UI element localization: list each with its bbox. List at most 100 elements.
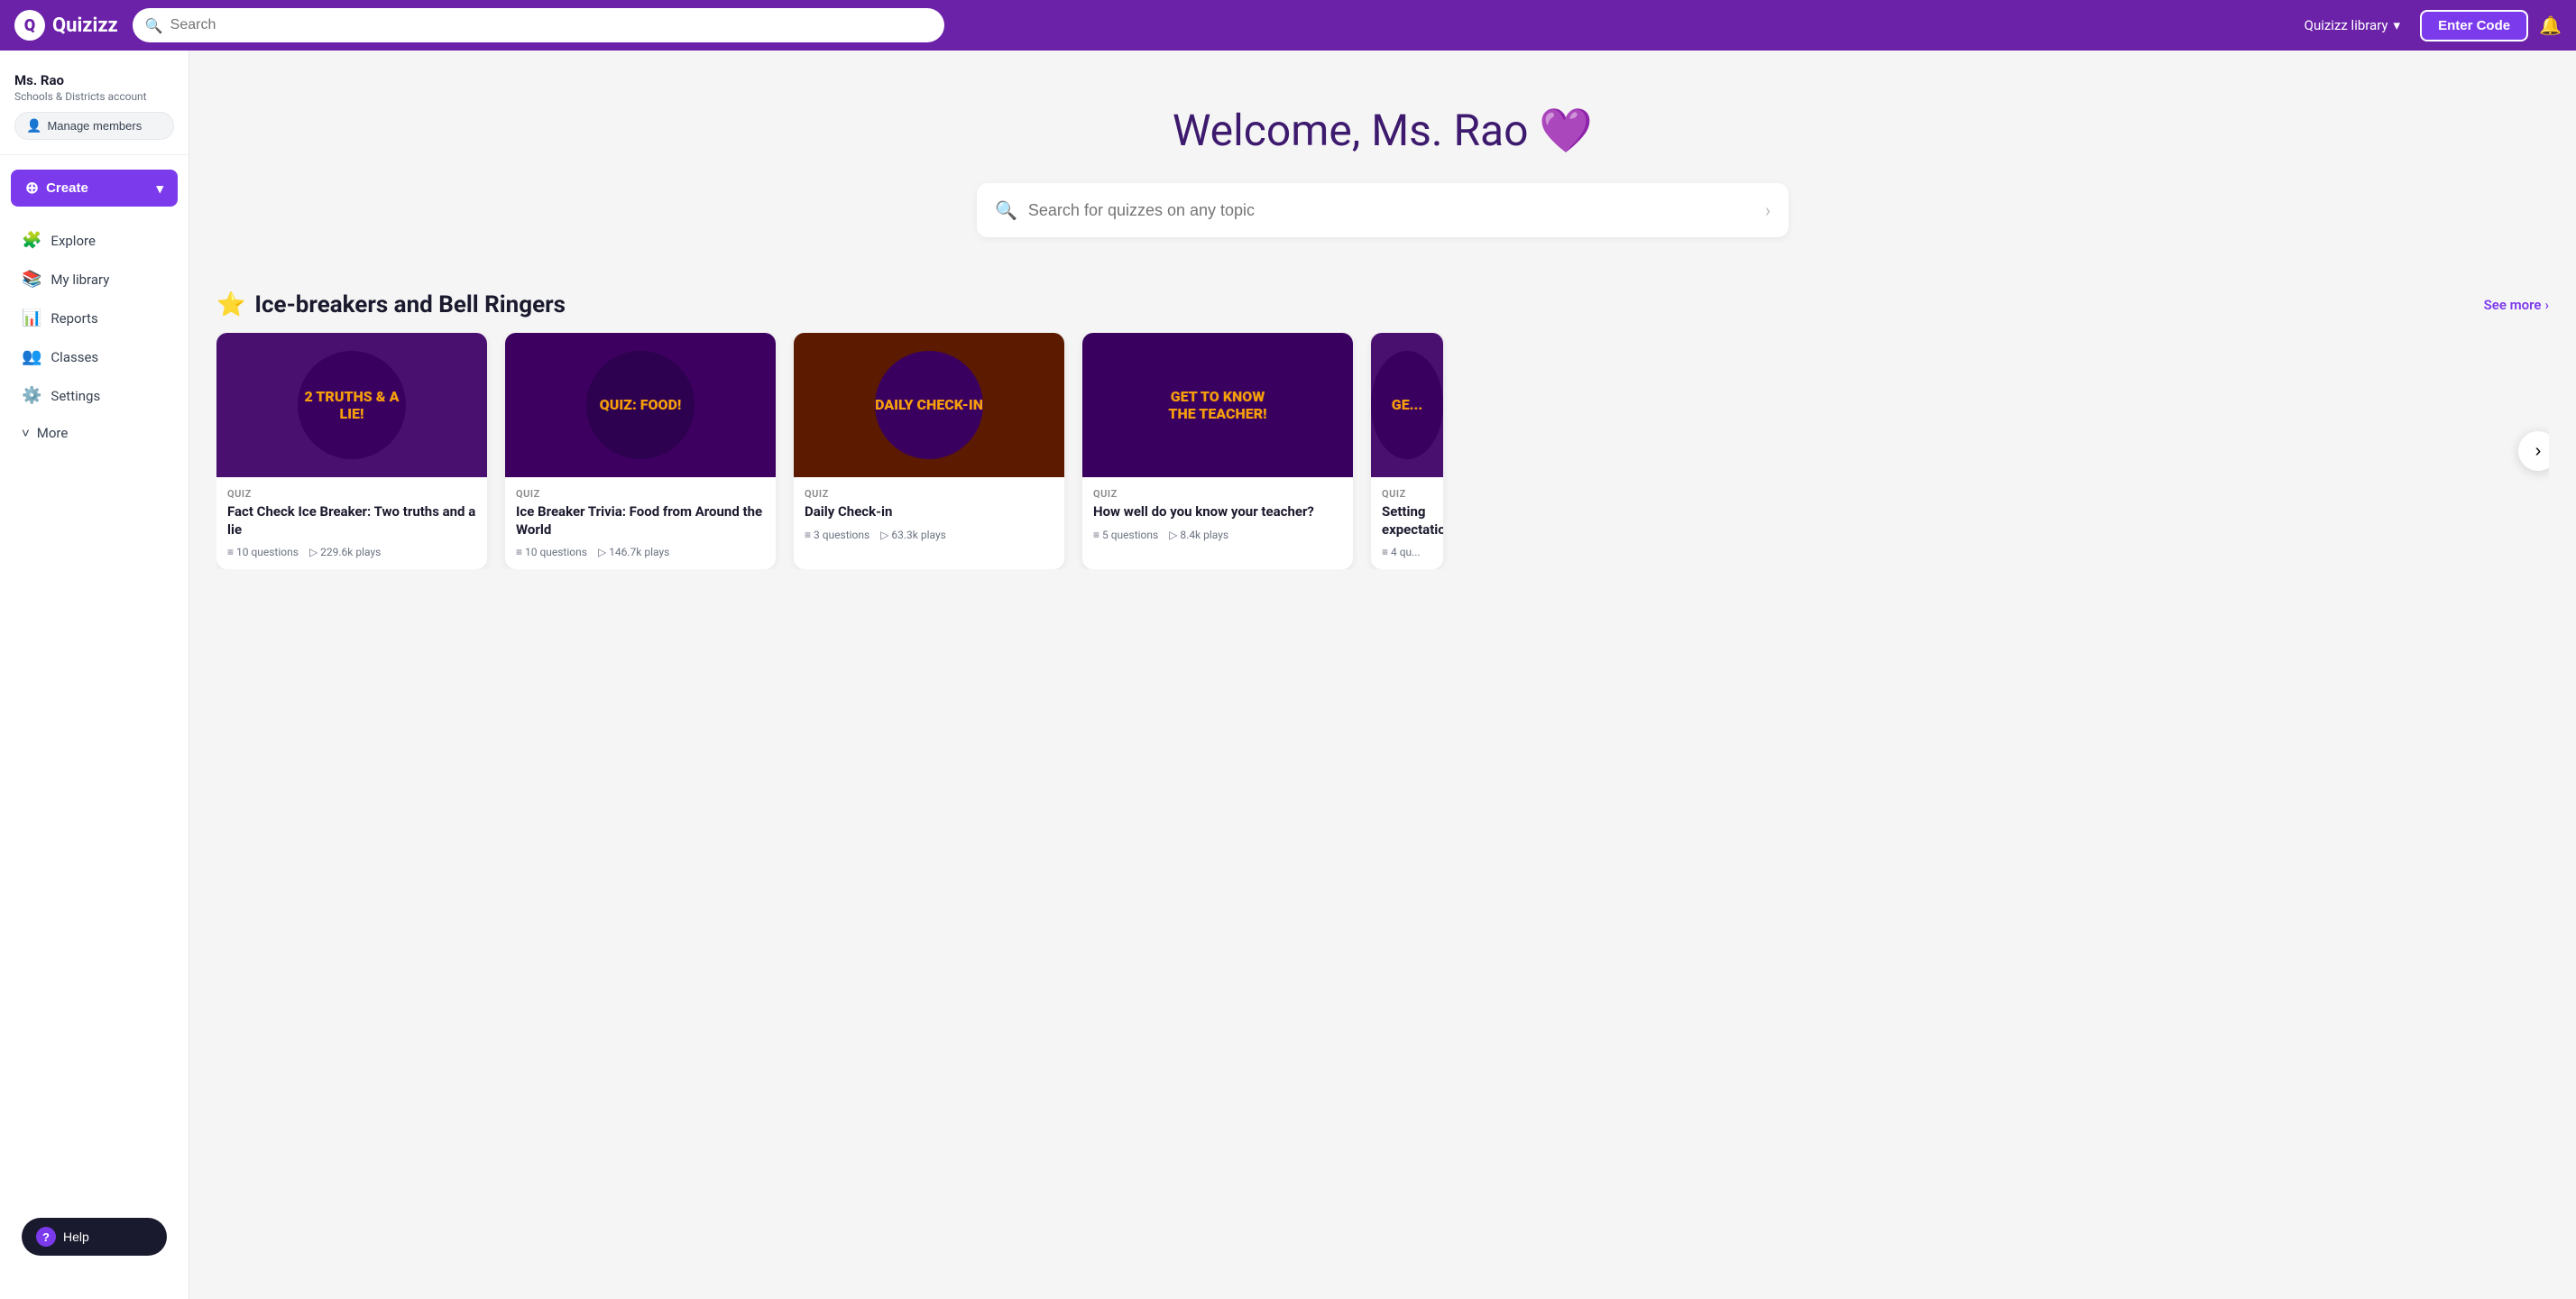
user-name: Ms. Rao [14, 72, 174, 88]
main-layout: Ms. Rao Schools & Districts account 👤 Ma… [0, 51, 2576, 1299]
sidebar-item-reports[interactable]: 📊 Reports [7, 299, 181, 336]
library-dropdown[interactable]: Quizizz library ▾ [2295, 12, 2409, 39]
my-library-icon: 📚 [22, 270, 41, 289]
card-type: QUIZ [227, 488, 476, 500]
enter-code-button[interactable]: Enter Code [2420, 10, 2528, 41]
card-image-text: Daily check-in [875, 396, 983, 413]
hero-title: Welcome, Ms. Rao 💜 [207, 105, 2558, 156]
card-body: QUIZ Fact Check Ice Breaker: Two truths … [216, 477, 487, 569]
card-image-circle: Ge... [1371, 351, 1443, 459]
card-type: QUIZ [805, 488, 1053, 500]
hero-section: Welcome, Ms. Rao 💜 🔍 › [189, 51, 2576, 273]
hero-search-input[interactable] [1028, 201, 1754, 220]
hero-search-icon: 🔍 [995, 199, 1017, 221]
classes-label: Classes [51, 349, 98, 365]
dropdown-chevron-icon: ▾ [2394, 17, 2401, 33]
help-button[interactable]: ? Help [22, 1218, 167, 1256]
reports-label: Reports [51, 310, 97, 327]
quiz-card[interactable]: Daily check-in QUIZ Daily Check-in ≡ 3 q… [794, 333, 1064, 569]
card-type: QUIZ [1382, 488, 1432, 500]
card-questions: ≡ 5 questions [1093, 529, 1158, 541]
hero-heart-icon: 💜 [1539, 105, 1593, 156]
cards-row: 2 truths & a lie! QUIZ Fact Check Ice Br… [216, 333, 2549, 569]
card-questions: ≡ 3 questions [805, 529, 869, 541]
logo[interactable]: Q Quizizz [14, 10, 118, 41]
quiz-card[interactable]: Get to know THE TEACHER! QUIZ How well d… [1082, 333, 1353, 569]
card-meta: ≡ 4 qu... [1382, 546, 1432, 558]
card-image-circle: Get to know THE TEACHER! [1164, 351, 1272, 459]
see-more-button[interactable]: See more › [2484, 297, 2549, 313]
card-questions: ≡ 10 questions [516, 546, 587, 558]
card-image-circle: QUIZ: Food! [586, 351, 695, 459]
card-questions: ≡ 10 questions [227, 546, 299, 558]
help-icon: ? [36, 1227, 56, 1247]
settings-label: Settings [51, 388, 100, 404]
main-content: Welcome, Ms. Rao 💜 🔍 › ⭐ Ice-breakers an… [189, 51, 2576, 1299]
search-icon: 🔍 [145, 17, 163, 34]
card-title: Setting expectations... [1382, 503, 1432, 539]
hero-title-text: Welcome, Ms. Rao [1173, 105, 1529, 156]
search-input[interactable] [170, 17, 932, 33]
classes-icon: 👥 [22, 347, 41, 366]
card-image-text: 2 truths & a lie! [298, 388, 406, 422]
create-button[interactable]: ⊕ Create ▾ [11, 170, 178, 207]
card-image: Daily check-in [794, 333, 1064, 477]
sidebar-more[interactable]: ˅ More [7, 416, 181, 450]
quiz-card[interactable]: 2 truths & a lie! QUIZ Fact Check Ice Br… [216, 333, 487, 569]
top-navigation: Q Quizizz 🔍 Quizizz library ▾ Enter Code… [0, 0, 2576, 51]
logo-icon: Q [14, 10, 45, 41]
manage-members-icon: 👤 [26, 118, 41, 134]
card-body: QUIZ Setting expectations... ≡ 4 qu... [1371, 477, 1443, 569]
section-title: ⭐ Ice-breakers and Bell Ringers [216, 291, 566, 318]
cards-next-button[interactable]: › [2518, 431, 2549, 471]
hero-search-bar[interactable]: 🔍 › [977, 183, 1789, 237]
logo-text: Quizizz [52, 14, 118, 37]
card-image: Get to know THE TEACHER! [1082, 333, 1353, 477]
card-image-text: QUIZ: Food! [600, 396, 682, 413]
reports-icon: 📊 [22, 309, 41, 327]
top-search-bar[interactable]: 🔍 [133, 8, 944, 42]
section-star-icon: ⭐ [216, 291, 245, 318]
section-title-text: Ice-breakers and Bell Ringers [254, 291, 566, 318]
explore-icon: 🧩 [22, 231, 41, 250]
sidebar-item-settings[interactable]: ⚙️ Settings [7, 377, 181, 414]
ice-breakers-section: ⭐ Ice-breakers and Bell Ringers See more… [189, 273, 2576, 578]
card-meta: ≡ 10 questions ▷ 146.7k plays [516, 546, 765, 558]
sidebar-item-my-library[interactable]: 📚 My library [7, 261, 181, 298]
card-title: Daily Check-in [805, 503, 1053, 521]
quiz-card[interactable]: QUIZ: Food! QUIZ Ice Breaker Trivia: Foo… [505, 333, 776, 569]
card-image-circle: Daily check-in [875, 351, 983, 459]
hero-search-arrow-icon: › [1765, 199, 1771, 221]
card-plays: ▷ 8.4k plays [1169, 529, 1228, 541]
card-image: Ge... [1371, 333, 1443, 477]
card-image-text: Get to know THE TEACHER! [1164, 388, 1272, 422]
card-meta: ≡ 10 questions ▷ 229.6k plays [227, 546, 476, 558]
see-more-arrow-icon: › [2544, 297, 2549, 313]
card-type: QUIZ [1093, 488, 1342, 500]
card-plays: ▷ 146.7k plays [598, 546, 669, 558]
card-meta: ≡ 5 questions ▷ 8.4k plays [1093, 529, 1342, 541]
manage-members-button[interactable]: 👤 Manage members [14, 112, 174, 140]
sidebar: Ms. Rao Schools & Districts account 👤 Ma… [0, 51, 189, 1299]
user-account: Schools & Districts account [14, 90, 174, 103]
section-header: ⭐ Ice-breakers and Bell Ringers See more… [216, 291, 2549, 318]
nav-right: Quizizz library ▾ Enter Code 🔔 [2295, 10, 2562, 41]
card-title: Fact Check Ice Breaker: Two truths and a… [227, 503, 476, 539]
card-plays: ▷ 63.3k plays [880, 529, 946, 541]
card-image: 2 truths & a lie! [216, 333, 487, 477]
notification-button[interactable]: 🔔 [2539, 14, 2562, 37]
settings-icon: ⚙️ [22, 386, 41, 405]
more-label: More [37, 425, 69, 441]
card-image: QUIZ: Food! [505, 333, 776, 477]
card-type: QUIZ [516, 488, 765, 500]
card-body: QUIZ Daily Check-in ≡ 3 questions ▷ 63.3… [794, 477, 1064, 552]
quiz-card[interactable]: Ge... QUIZ Setting expectations... ≡ 4 q… [1371, 333, 1443, 569]
create-dropdown-icon: ▾ [156, 180, 163, 197]
card-plays: ▷ 229.6k plays [309, 546, 381, 558]
sidebar-item-explore[interactable]: 🧩 Explore [7, 222, 181, 259]
sidebar-item-classes[interactable]: 👥 Classes [7, 338, 181, 375]
manage-members-label: Manage members [47, 119, 142, 133]
user-section: Ms. Rao Schools & Districts account 👤 Ma… [0, 65, 189, 155]
card-meta: ≡ 3 questions ▷ 63.3k plays [805, 529, 1053, 541]
card-image-circle: 2 truths & a lie! [298, 351, 406, 459]
